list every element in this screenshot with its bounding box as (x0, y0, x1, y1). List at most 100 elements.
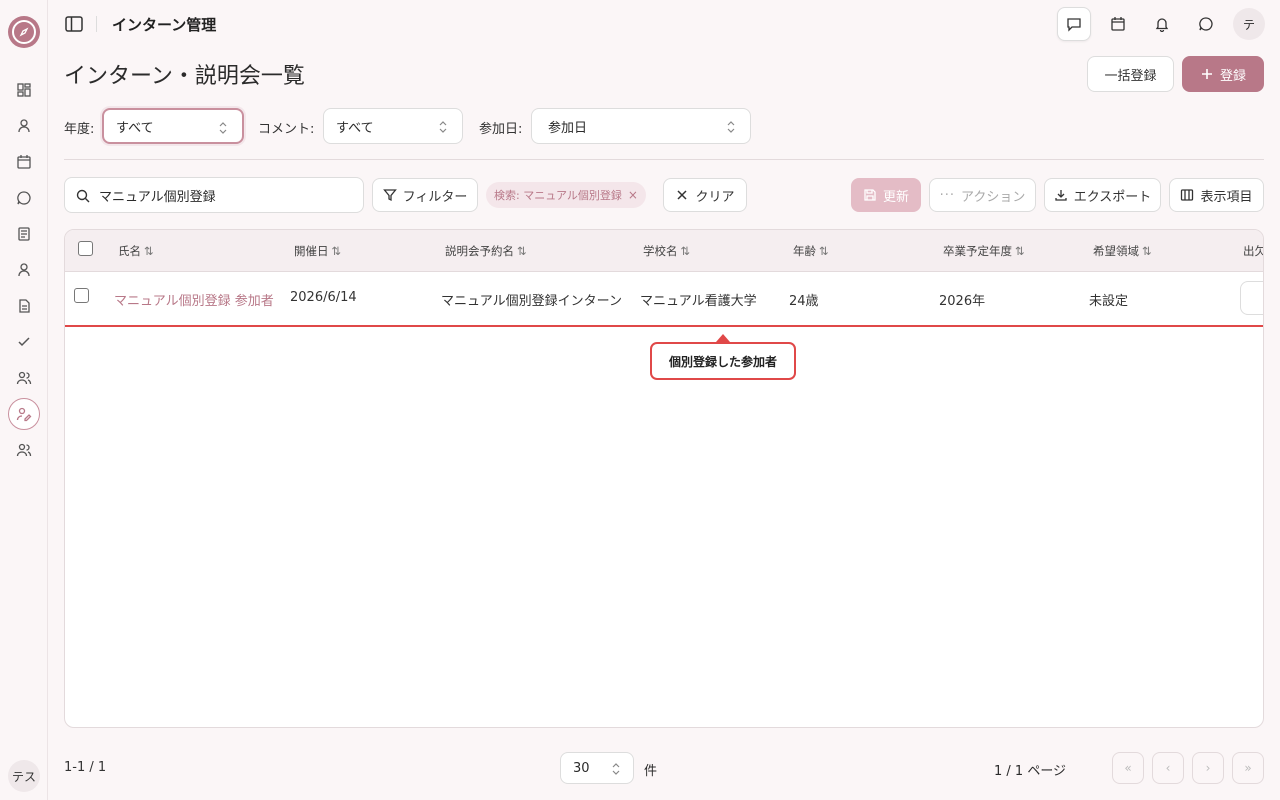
prev-page-button[interactable]: ‹ (1152, 752, 1184, 784)
bulk-register-button[interactable]: 一括登録 (1087, 56, 1174, 92)
header-age[interactable]: 年齢 ⇅ (793, 243, 829, 259)
table-row[interactable]: マニュアル個別登録 参加者 2026/6/14 マニュアル個別登録インターン マ… (65, 272, 1263, 327)
cell-field: 未設定 (1089, 294, 1129, 309)
table-header: 氏名 ⇅ 開催日 ⇅ 説明会予約名 ⇅ 学校名 ⇅ 年齢 ⇅ 卒業予定年度 ⇅ 希望領域 ⇅ … (65, 230, 1263, 272)
cell-age: 24歳 (789, 294, 819, 309)
filter-label: フィルター (402, 189, 468, 205)
first-page-button[interactable]: « (1112, 752, 1144, 784)
message-square-icon (1067, 18, 1081, 32)
bell-icon (1155, 18, 1169, 32)
user-avatar[interactable]: テス (8, 760, 40, 792)
header-school[interactable]: 学校名 ⇅ (643, 243, 690, 259)
plus-icon (1201, 69, 1212, 79)
chat-icon[interactable] (12, 186, 36, 210)
register-button[interactable]: 登録 (1182, 56, 1264, 92)
chevron-updown-icon (727, 121, 735, 133)
file-icon[interactable] (12, 294, 36, 318)
columns-icon (1181, 189, 1194, 201)
chat-button[interactable] (1189, 7, 1223, 41)
document-icon[interactable] (12, 222, 36, 246)
header-attendance[interactable]: 出欠 (1243, 243, 1263, 259)
sort-icon: ⇅ (819, 244, 829, 258)
bulk-register-label: 一括登録 (1104, 68, 1157, 84)
calendar-icon (1111, 17, 1125, 31)
calendar-icon[interactable] (12, 150, 36, 174)
compass-icon (12, 20, 36, 44)
select-all-checkbox[interactable] (78, 241, 93, 256)
per-page-select[interactable]: 30 (560, 752, 634, 784)
filter-button[interactable]: フィルター (372, 178, 478, 212)
more-horizontal-icon: ··· (939, 187, 956, 203)
clear-label: クリア (695, 189, 735, 205)
annotation-callout: 個別登録した参加者 (650, 342, 796, 380)
chevrons-right-icon: » (1244, 761, 1252, 775)
comment-select[interactable]: すべて (323, 108, 463, 144)
cell-school: マニュアル看護大学 (640, 294, 757, 309)
columns-button[interactable]: 表示項目 (1169, 178, 1264, 212)
year-select[interactable]: すべて (102, 108, 244, 144)
chevrons-left-icon: « (1124, 761, 1132, 775)
header-date[interactable]: 開催日 ⇅ (294, 243, 341, 259)
search-filter-chip[interactable]: 検索: マニュアル個別登録 × (486, 182, 646, 208)
user-icon[interactable] (12, 114, 36, 138)
sort-icon: ⇅ (1015, 244, 1025, 258)
users-icon[interactable] (12, 366, 36, 390)
participant-name-link[interactable]: マニュアル個別登録 参加者 (114, 290, 274, 309)
per-page-unit: 件 (644, 764, 658, 779)
search-icon (76, 189, 90, 203)
export-button[interactable]: エクスポート (1044, 178, 1161, 212)
search-value: マニュアル個別登録 (99, 189, 216, 205)
header-field[interactable]: 希望領域 ⇅ (1093, 243, 1152, 259)
page-indicator: 1 / 1 ページ (994, 764, 1067, 779)
sidebar-toggle-icon[interactable] (62, 12, 86, 36)
update-button[interactable]: 更新 (851, 178, 921, 212)
result-count: 1-1 / 1 (64, 760, 107, 775)
columns-label: 表示項目 (1200, 189, 1253, 205)
action-label: アクション (961, 189, 1026, 205)
search-input[interactable]: マニュアル個別登録 (64, 177, 364, 213)
close-icon[interactable]: × (628, 188, 638, 202)
check-icon[interactable] (12, 330, 36, 354)
date-select[interactable]: 参加日 (531, 108, 751, 144)
export-label: エクスポート (1073, 189, 1152, 205)
sort-icon: ⇅ (517, 244, 527, 258)
update-label: 更新 (882, 189, 909, 205)
header-name[interactable]: 氏名 ⇅ (118, 243, 154, 259)
filter-icon (382, 189, 397, 202)
row-checkbox[interactable] (74, 288, 89, 303)
callout-arrow (716, 334, 730, 342)
chevron-right-icon: › (1205, 761, 1211, 775)
notification-button[interactable] (1145, 7, 1179, 41)
date-filter-label: 参加日: (479, 122, 523, 137)
register-label: 登録 (1219, 68, 1246, 84)
group-icon[interactable] (12, 438, 36, 462)
sort-icon: ⇅ (1142, 244, 1152, 258)
per-page-value: 30 (573, 760, 590, 776)
header-session[interactable]: 説明会予約名 ⇅ (445, 243, 527, 259)
chevron-updown-icon (439, 121, 447, 133)
year-select-value: すべて (116, 120, 154, 136)
year-filter-label: 年度: (64, 122, 95, 137)
cell-session: マニュアル個別登録インターン (441, 294, 622, 309)
sort-icon: ⇅ (680, 244, 691, 258)
app-logo[interactable] (8, 16, 40, 48)
attendance-button[interactable] (1240, 281, 1263, 315)
chat-bubble-icon (1199, 17, 1213, 31)
comment-filter-label: コメント: (258, 122, 315, 137)
header-avatar[interactable]: テ (1233, 8, 1265, 40)
action-button[interactable]: ··· アクション (929, 178, 1036, 212)
clear-button[interactable]: クリア (663, 178, 747, 212)
last-page-button[interactable]: » (1232, 752, 1264, 784)
dashboard-icon[interactable] (12, 78, 36, 102)
message-square-button[interactable] (1057, 7, 1091, 41)
calendar-button[interactable] (1101, 7, 1135, 41)
intern-icon[interactable] (8, 398, 40, 430)
page-title: インターン・説明会一覧 (64, 64, 305, 89)
header-grad-year[interactable]: 卒業予定年度 ⇅ (943, 243, 1025, 259)
person-icon[interactable] (12, 258, 36, 282)
participants-table: 氏名 ⇅ 開催日 ⇅ 説明会予約名 ⇅ 学校名 ⇅ 年齢 ⇅ 卒業予定年度 ⇅ 希望領域 ⇅ … (64, 229, 1264, 728)
divider (96, 16, 97, 32)
next-page-button[interactable]: › (1192, 752, 1224, 784)
sort-icon: ⇅ (331, 244, 342, 258)
x-icon (677, 190, 688, 200)
